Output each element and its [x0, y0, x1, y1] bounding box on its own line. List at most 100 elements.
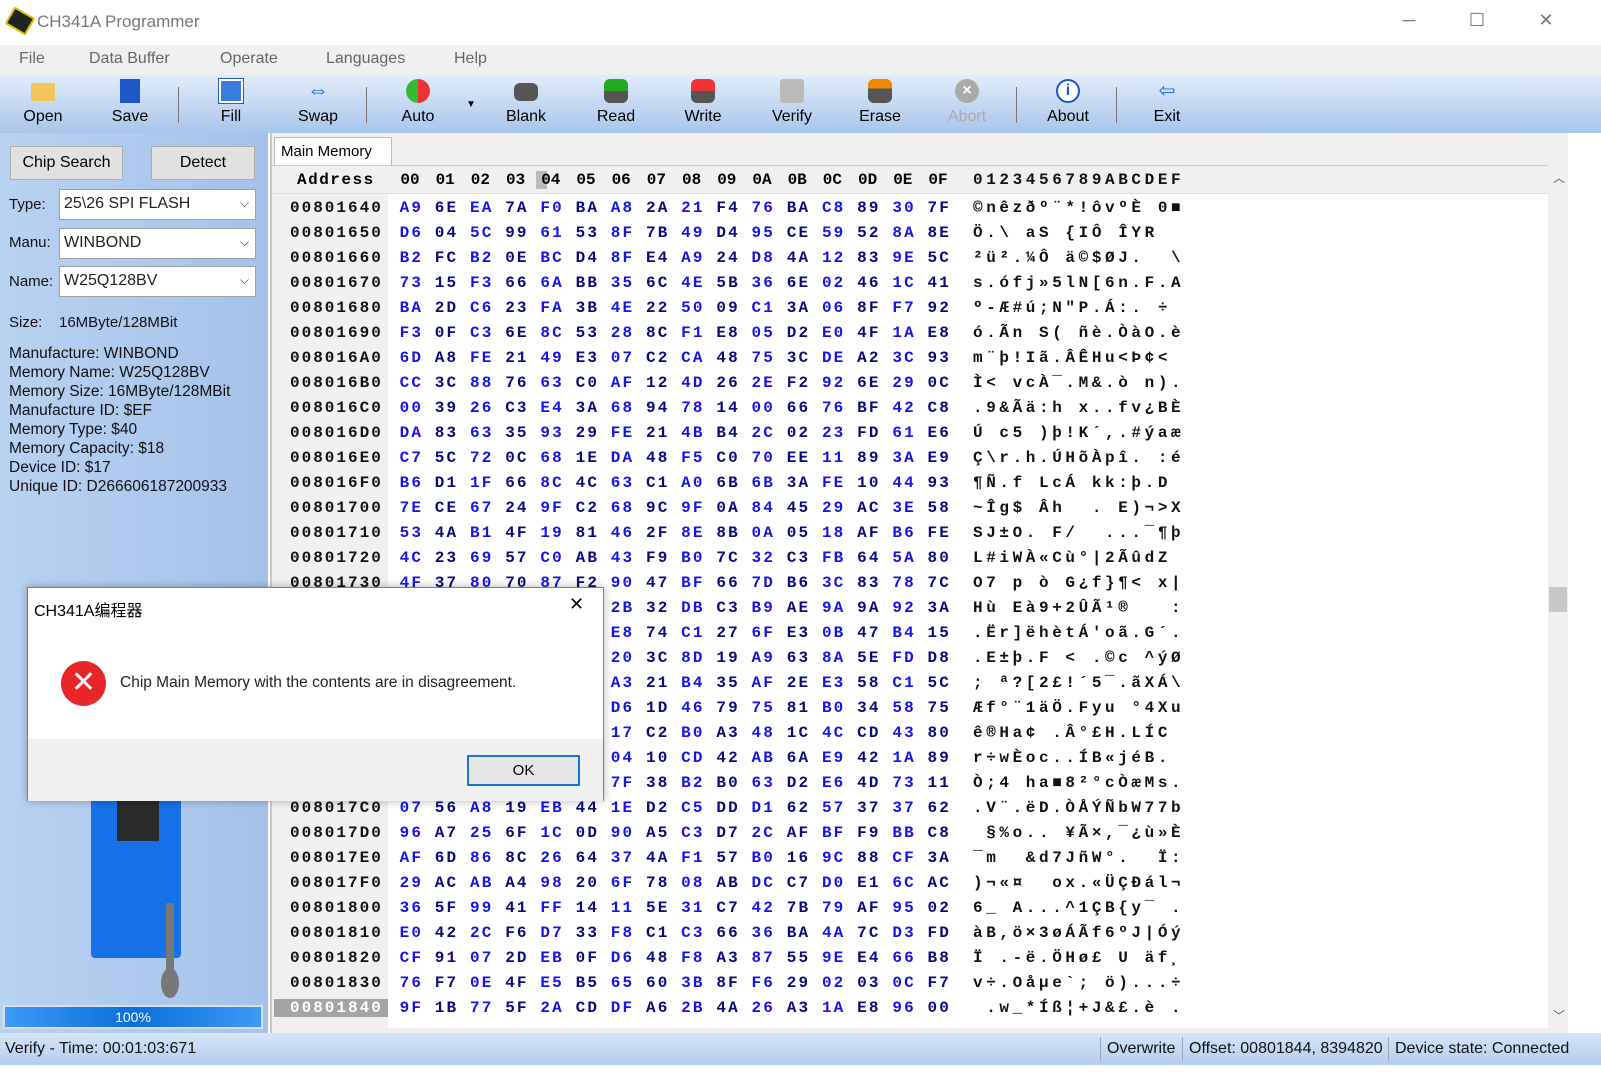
- vertical-scrollbar[interactable]: ︿ ﹀: [1548, 165, 1568, 1028]
- hex-bytes[interactable]: 73 15 F3 66 6A BB 35 6C 4E 5B 36 6E 02 4…: [272, 274, 951, 292]
- hex-row[interactable]: 0080167073 15 F3 66 6A BB 35 6C 4E 5B 36…: [272, 271, 1548, 296]
- hex-bytes[interactable]: BA 2D C6 23 FA 3B 4E 22 50 09 C1 3A 06 8…: [272, 299, 951, 317]
- type-select[interactable]: 25\26 SPI FLASH ⌵: [59, 189, 256, 220]
- tab-main-memory[interactable]: Main Memory: [274, 137, 392, 165]
- ascii-cell[interactable]: ¯m &d7JñW°. Ï:: [973, 849, 1184, 867]
- ascii-cell[interactable]: ¶Ñ.f LcÁ kk:þ.D: [973, 474, 1184, 492]
- manufacturer-select[interactable]: WINBOND ⌵: [59, 228, 256, 259]
- ascii-cell[interactable]: Ï .-ë.ÖHø£ U äf¸: [973, 949, 1184, 967]
- hex-bytes[interactable]: B2 FC B2 0E BC D4 8F E4 A9 24 D8 4A 12 8…: [272, 249, 951, 267]
- hex-row[interactable]: 008016A06D A8 FE 21 49 E3 07 C2 CA 48 75…: [272, 346, 1548, 371]
- hex-bytes[interactable]: CC 3C 88 76 63 C0 AF 12 4D 26 2E F2 92 6…: [272, 374, 951, 392]
- blank-button[interactable]: Blank: [486, 75, 566, 133]
- ascii-cell[interactable]: O7 p ò G¿f}¶< x|: [973, 574, 1184, 592]
- ascii-cell[interactable]: .9&Ãä:h x..fv¿BÈ: [973, 399, 1184, 417]
- hex-bytes[interactable]: CF 91 07 2D EB 0F D6 48 F8 A3 87 55 9E E…: [272, 949, 951, 967]
- ascii-cell[interactable]: .Ër]ëhètÁ'oã.G´.: [973, 624, 1184, 642]
- hex-row[interactable]: 008016E0C7 5C 72 0C 68 1E DA 48 F5 C0 70…: [272, 446, 1548, 471]
- ascii-cell[interactable]: ó.Ãn S( ñè.ÒàO.è: [973, 324, 1184, 342]
- hex-row[interactable]: 008016F0B6 D1 1F 66 8C 4C 63 C1 A0 6B 6B…: [272, 471, 1548, 496]
- hex-bytes[interactable]: 00 39 26 C3 E4 3A 68 94 78 14 00 66 76 B…: [272, 399, 951, 417]
- scroll-up-icon[interactable]: ︿: [1553, 169, 1565, 186]
- menu-file[interactable]: File: [19, 50, 45, 68]
- hex-row[interactable]: 00801820CF 91 07 2D EB 0F D6 48 F8 A3 87…: [272, 946, 1548, 971]
- chip-name-select[interactable]: W25Q128BV ⌵: [59, 266, 256, 297]
- save-button[interactable]: Save: [90, 75, 170, 133]
- menu-languages[interactable]: Languages: [326, 50, 405, 68]
- hex-row[interactable]: 0080180036 5F 99 41 FF 14 11 5E 31 C7 42…: [272, 896, 1548, 921]
- abort-button[interactable]: × Abort: [927, 75, 1007, 133]
- ascii-cell[interactable]: Ò;4 ha■8²°cÒæMs.: [973, 774, 1184, 792]
- ascii-cell[interactable]: m¨þ!Iã.ÂÊHu<Þ¢<: [973, 349, 1184, 367]
- hex-bytes[interactable]: 96 A7 25 6F 1C 0D 90 A5 C3 D7 2C AF BF F…: [272, 824, 951, 842]
- hex-row[interactable]: 00801680BA 2D C6 23 FA 3B 4E 22 50 09 C1…: [272, 296, 1548, 321]
- ascii-cell[interactable]: Ì< vcÀ¯.M&.ò n).: [973, 374, 1184, 392]
- erase-button[interactable]: Erase: [840, 75, 920, 133]
- ok-button[interactable]: OK: [467, 755, 580, 786]
- ascii-cell[interactable]: v÷.Oåµe`; ö)...÷: [973, 974, 1184, 992]
- hex-row[interactable]: 0080183076 F7 0E 4F E5 B5 65 60 3B 8F F6…: [272, 971, 1548, 996]
- detect-button[interactable]: Detect: [151, 146, 255, 180]
- ascii-cell[interactable]: r÷wÈoc..ÍB«jéB.: [973, 749, 1184, 767]
- ascii-cell[interactable]: º-Æ#ú;N"P.Á:. ÷: [973, 299, 1184, 317]
- menu-help[interactable]: Help: [454, 50, 487, 68]
- ascii-cell[interactable]: .V¨.ëD.ÒÅÝÑbW77b: [973, 799, 1184, 817]
- hex-bytes[interactable]: E0 42 2C F6 D7 33 F8 C1 C3 66 36 BA 4A 7…: [272, 924, 951, 942]
- hex-row[interactable]: 008017E0AF 6D 86 8C 26 64 37 4A F1 57 B0…: [272, 846, 1548, 871]
- read-button[interactable]: Read: [576, 75, 656, 133]
- hex-row[interactable]: 0080171053 4A B1 4F 19 81 46 2F 8E 8B 0A…: [272, 521, 1548, 546]
- ascii-cell[interactable]: ; ª?[2£!´5¯.ãXÁ\: [973, 674, 1184, 692]
- verify-button[interactable]: Verify: [752, 75, 832, 133]
- auto-button[interactable]: Auto: [378, 75, 458, 133]
- hex-bytes[interactable]: 36 5F 99 41 FF 14 11 5E 31 C7 42 7B 79 A…: [272, 899, 951, 917]
- hex-bytes[interactable]: 53 4A B1 4F 19 81 46 2F 8E 8B 0A 05 18 A…: [272, 524, 951, 542]
- minimize-button[interactable]: ─: [1394, 10, 1424, 31]
- hex-row[interactable]: 00801650D6 04 5C 99 61 53 8F 7B 49 D4 95…: [272, 221, 1548, 246]
- hex-row[interactable]: 008016C000 39 26 C3 E4 3A 68 94 78 14 00…: [272, 396, 1548, 421]
- hex-bytes[interactable]: D6 04 5C 99 61 53 8F 7B 49 D4 95 CE 59 5…: [272, 224, 951, 242]
- swap-button[interactable]: ⇔ Swap: [278, 75, 358, 133]
- chip-search-button[interactable]: Chip Search: [10, 146, 123, 180]
- ascii-cell[interactable]: §%o.. ¥Ã×,¯¿ù»È: [973, 824, 1184, 842]
- ascii-cell[interactable]: SJ±O. F/ ...¯¶þ: [973, 524, 1184, 542]
- ascii-cell[interactable]: ²ü².¼Ô ä©$ØJ. \: [973, 249, 1184, 267]
- hex-row[interactable]: 00801660B2 FC B2 0E BC D4 8F E4 A9 24 D8…: [272, 246, 1548, 271]
- ascii-cell[interactable]: àB,ö×3øÁÃf6ºJ|Óý: [973, 924, 1184, 942]
- ascii-cell[interactable]: s.ófj»5lN[6n.F.A: [973, 274, 1184, 292]
- ascii-cell[interactable]: ê®Ha¢ .Â°£H.LÍC: [973, 724, 1184, 742]
- hex-bytes[interactable]: 9F 1B 77 5F 2A CD DF A6 2B 4A 26 A3 1A E…: [272, 999, 951, 1017]
- hex-row[interactable]: 008017204C 23 69 57 C0 AB 43 F9 B0 7C 32…: [272, 546, 1548, 571]
- hex-row[interactable]: 00801640A9 6E EA 7A F0 BA A8 2A 21 F4 76…: [272, 196, 1548, 221]
- ascii-cell[interactable]: ©nêzðº¨*!ôvºÈ 0■: [973, 199, 1184, 217]
- hex-bytes[interactable]: 6D A8 FE 21 49 E3 07 C2 CA 48 75 3C DE A…: [272, 349, 951, 367]
- ascii-cell[interactable]: .E±þ.F < .©c ^ýØ: [973, 649, 1184, 667]
- hex-row[interactable]: 008017D096 A7 25 6F 1C 0D 90 A5 C3 D7 2C…: [272, 821, 1548, 846]
- scrollbar-thumb[interactable]: [1549, 587, 1567, 612]
- hex-bytes[interactable]: 29 AC AB A4 98 20 6F 78 08 AB DC C7 D0 E…: [272, 874, 951, 892]
- hex-bytes[interactable]: 7E CE 67 24 9F C2 68 9C 9F 0A 84 45 29 A…: [272, 499, 951, 517]
- hex-row[interactable]: 00801690F3 0F C3 6E 8C 53 28 8C F1 E8 05…: [272, 321, 1548, 346]
- ascii-cell[interactable]: Hù Eà9+2ÛÃ¹® :: [973, 599, 1184, 617]
- hex-bytes[interactable]: 4C 23 69 57 C0 AB 43 F9 B0 7C 32 C3 FB 6…: [272, 549, 951, 567]
- dialog-close-button[interactable]: ✕: [569, 594, 584, 615]
- ascii-cell[interactable]: Ö.\ aS {IÔ ÎYR: [973, 224, 1184, 242]
- auto-dropdown-arrow[interactable]: ▼: [466, 99, 476, 110]
- ascii-cell[interactable]: ~Îg$ Âh . E)¬>X: [973, 499, 1184, 517]
- maximize-button[interactable]: ☐: [1462, 10, 1492, 31]
- ascii-cell[interactable]: )¬«¤ ox.«ÜÇÐál¬: [973, 874, 1184, 892]
- hex-row[interactable]: 008016B0CC 3C 88 76 63 C0 AF 12 4D 26 2E…: [272, 371, 1548, 396]
- ascii-cell[interactable]: L#iWÀ«Cù°|2ÃûdZ: [973, 549, 1184, 567]
- close-window-button[interactable]: ✕: [1531, 10, 1561, 31]
- ascii-cell[interactable]: Ú c5 )þ!K´,.#ýaæ: [973, 424, 1184, 442]
- ascii-cell[interactable]: 6_ A...^1ÇB{y¯ .: [973, 899, 1184, 917]
- menu-data-buffer[interactable]: Data Buffer: [89, 50, 170, 68]
- hex-bytes[interactable]: A9 6E EA 7A F0 BA A8 2A 21 F4 76 BA C8 8…: [272, 199, 951, 217]
- scroll-down-icon[interactable]: ﹀: [1553, 1007, 1565, 1024]
- fill-button[interactable]: Fill: [191, 75, 271, 133]
- hex-bytes[interactable]: AF 6D 86 8C 26 64 37 4A F1 57 B0 16 9C 8…: [272, 849, 951, 867]
- hex-row[interactable]: 008017007E CE 67 24 9F C2 68 9C 9F 0A 84…: [272, 496, 1548, 521]
- hex-row[interactable]: 008016D0DA 83 63 35 93 29 FE 21 4B B4 2C…: [272, 421, 1548, 446]
- hex-bytes[interactable]: DA 83 63 35 93 29 FE 21 4B B4 2C 02 23 F…: [272, 424, 951, 442]
- write-button[interactable]: Write: [663, 75, 743, 133]
- ascii-cell[interactable]: .w_*Íß¦+J&£.è .: [973, 999, 1184, 1017]
